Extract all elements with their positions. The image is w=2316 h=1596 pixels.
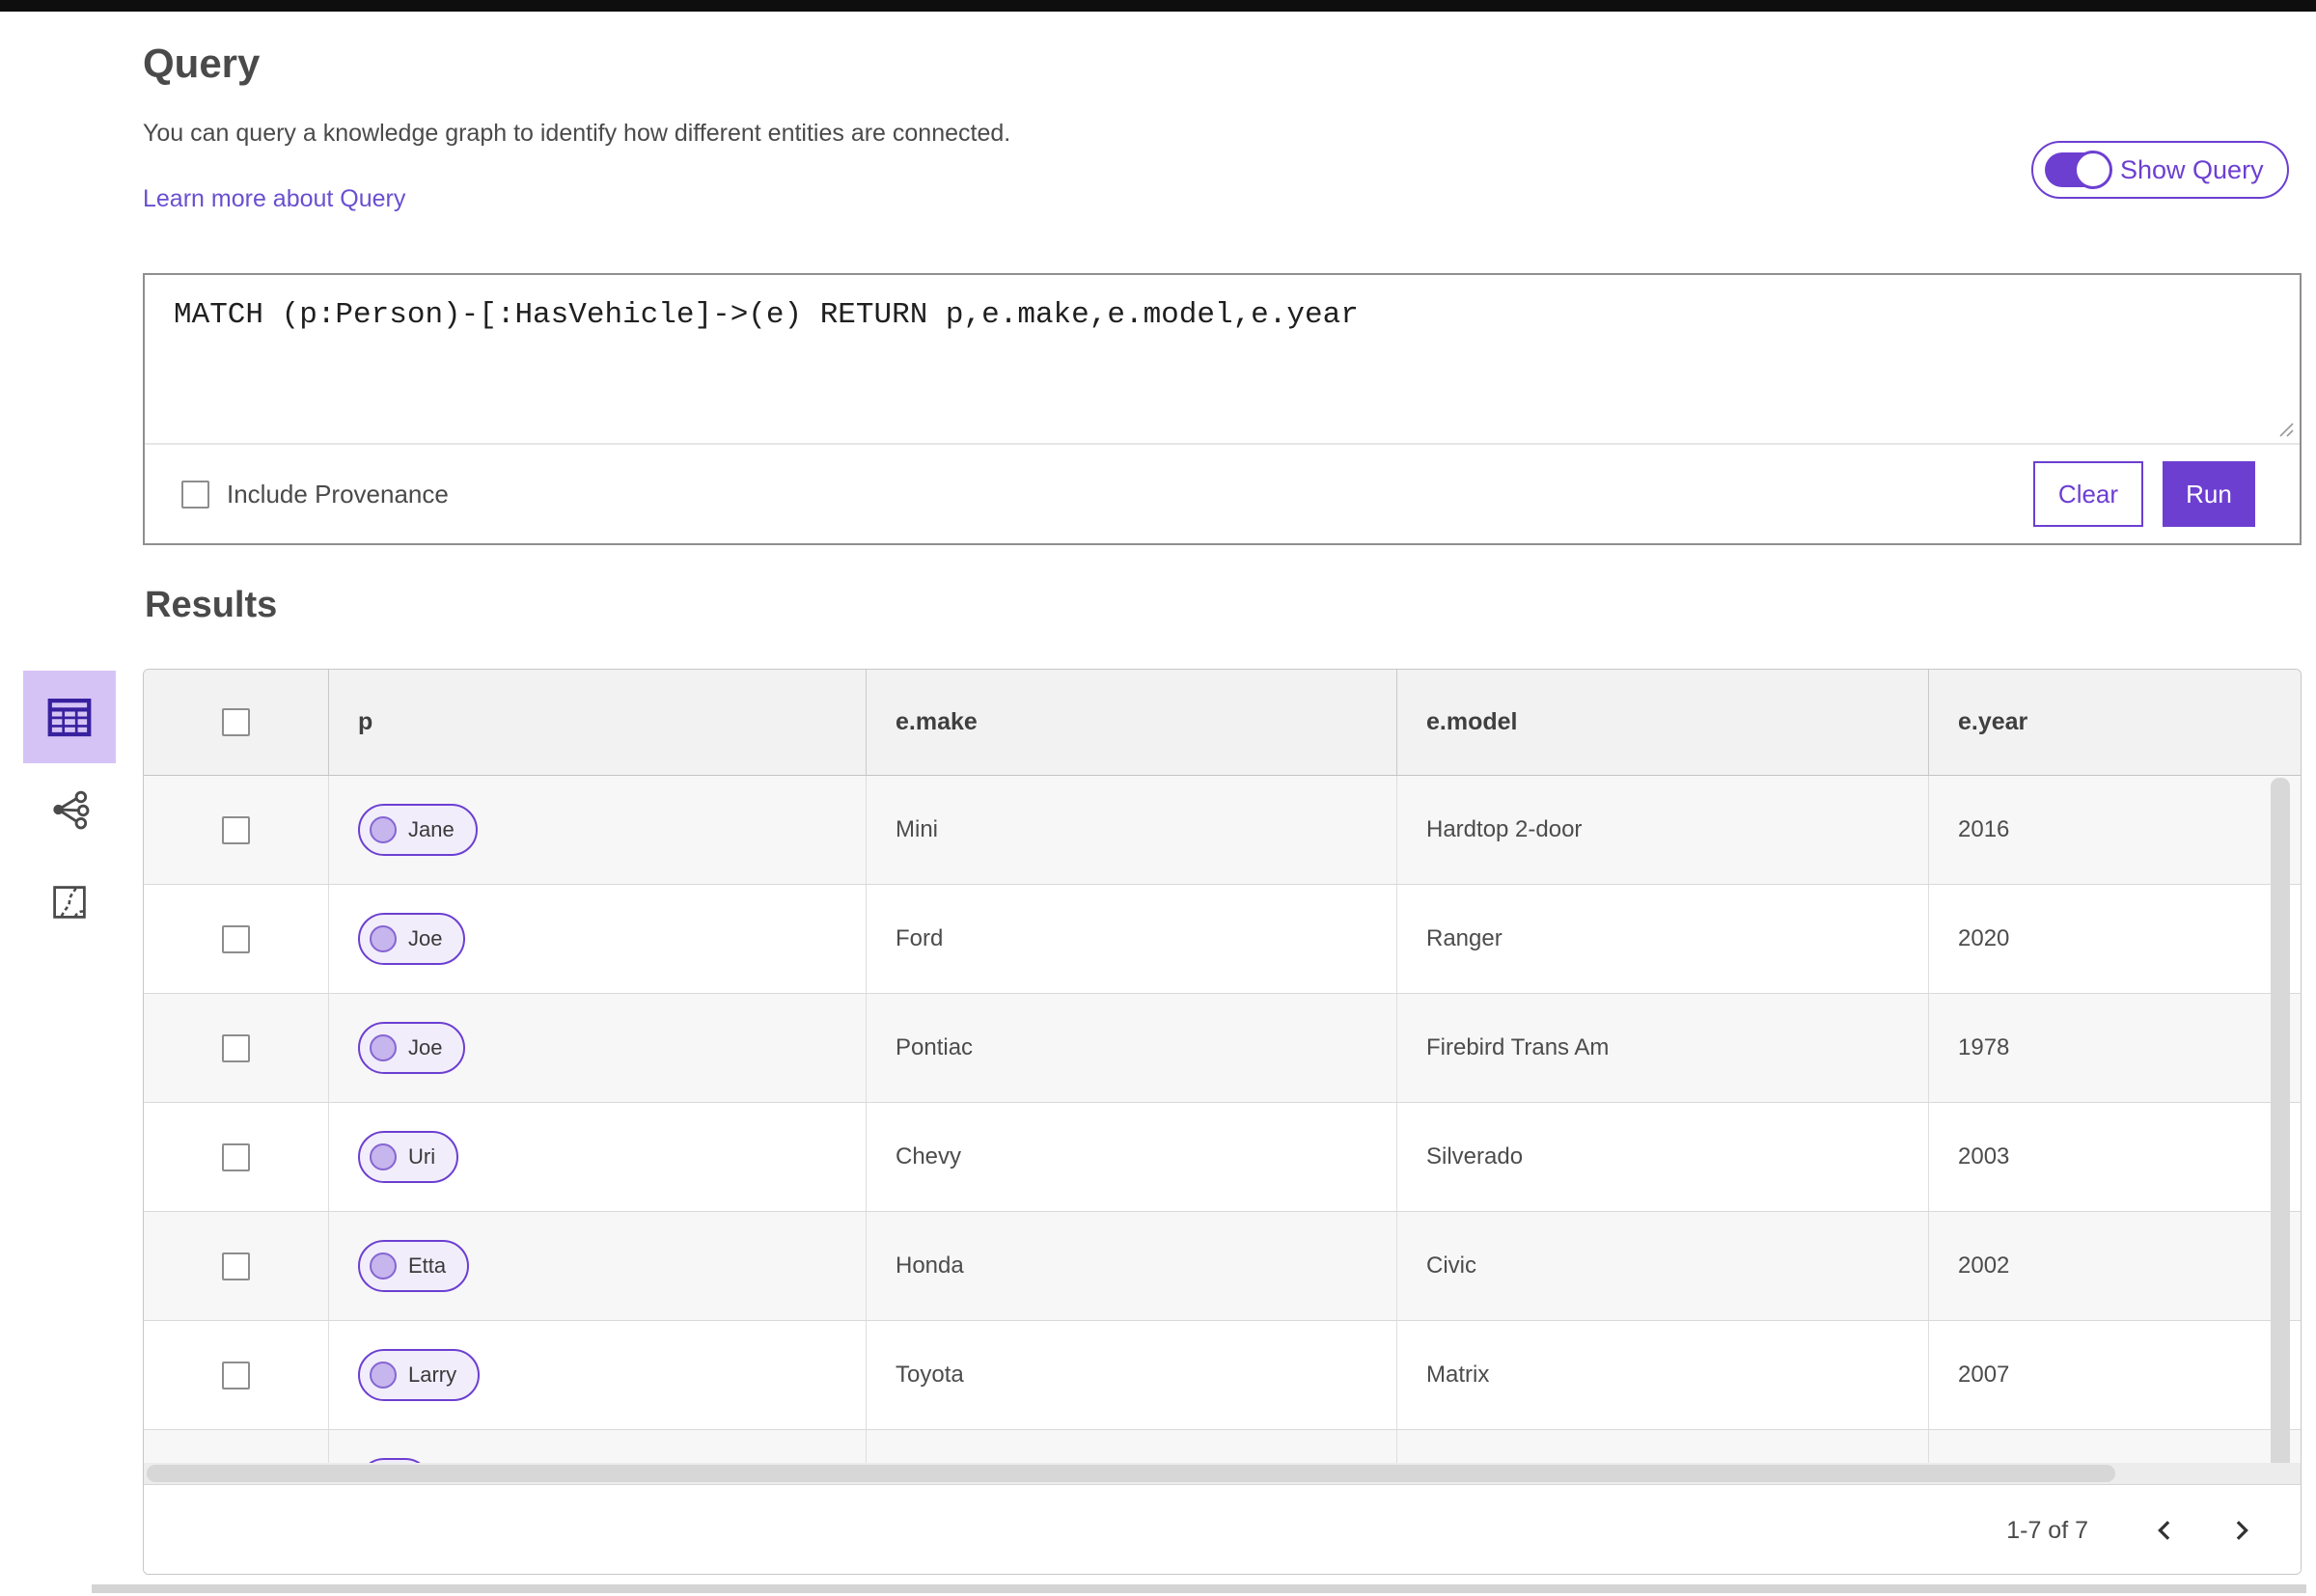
link-chart-icon: [53, 790, 90, 830]
select-all-checkbox[interactable]: [222, 708, 250, 736]
entity-label: Joe: [408, 926, 443, 950]
table-row: Larry Toyota Matrix 2007: [144, 1321, 2301, 1430]
entity-node-icon: [370, 1034, 397, 1061]
cell-year: 2020: [1958, 925, 2010, 951]
toggle-knob: [2074, 151, 2112, 189]
cell-year: 1978: [1958, 1034, 2010, 1060]
row-checkbox[interactable]: [222, 1033, 250, 1062]
chevron-right-icon: [2236, 1521, 2248, 1540]
entity-pill[interactable]: Uri: [358, 1131, 459, 1183]
clear-button[interactable]: Clear: [2033, 461, 2143, 527]
learn-more-link[interactable]: Learn more about Query: [143, 185, 405, 213]
row-checkbox[interactable]: [222, 1142, 250, 1171]
entity-node-icon: [370, 1362, 397, 1389]
chevron-left-icon: [2158, 1521, 2170, 1540]
entity-pill[interactable]: Etta: [358, 1240, 470, 1292]
entity-label: Joe: [408, 1035, 443, 1059]
entity-pill[interactable]: Joe: [358, 913, 466, 965]
cell-make: Mini: [867, 776, 1397, 884]
cell-model: Ranger: [1397, 885, 1929, 993]
cell-make: Pontiac: [867, 994, 1397, 1102]
results-view-toolbar: [23, 671, 116, 949]
row-checkbox[interactable]: [222, 1252, 250, 1280]
table-view-button[interactable]: [23, 671, 116, 763]
pagination-bar: 1-7 of 7: [144, 1484, 2301, 1574]
show-query-toggle[interactable]: Show Query: [2031, 141, 2289, 199]
entity-node-icon: [370, 816, 397, 843]
horizontal-scrollbar-track[interactable]: [144, 1463, 2301, 1484]
cell-make: Honda: [867, 1212, 1397, 1320]
table-row: Joe Ford Ranger 2020: [144, 885, 2301, 994]
cell-make: Chevy: [867, 1103, 1397, 1211]
row-checkbox[interactable]: [222, 924, 250, 953]
cell-year: 2003: [1958, 1143, 2010, 1169]
cell-model: Silverado: [1397, 1103, 1929, 1211]
query-panel-footer: Include Provenance Clear Run: [145, 443, 2300, 543]
results-table-card: p e.make e.model e.year Jane Mini Hardto…: [143, 669, 2302, 1575]
row-checkbox[interactable]: [222, 1361, 250, 1390]
entity-node-icon: [370, 1252, 397, 1280]
show-query-label: Show Query: [2120, 154, 2264, 184]
horizontal-scrollbar-thumb[interactable]: [147, 1465, 2115, 1482]
column-header-model[interactable]: e.model: [1397, 670, 1929, 775]
cell-year: 2007: [1958, 1362, 2010, 1388]
cell-model: Firebird Trans Am: [1397, 994, 1929, 1102]
table-icon: [47, 698, 92, 737]
results-title: Results: [145, 585, 278, 625]
vertical-scrollbar[interactable]: [2271, 778, 2290, 1482]
card-bottom-shadow: [92, 1584, 2306, 1593]
run-button[interactable]: Run: [2163, 461, 2255, 527]
column-header-year[interactable]: e.year: [1929, 670, 2301, 775]
cell-make: Toyota: [867, 1321, 1397, 1429]
cell-year: 2016: [1958, 816, 2010, 842]
page-title: Query: [143, 41, 261, 86]
next-page-button[interactable]: [2220, 1509, 2262, 1552]
table-row: Jane Mini Hardtop 2-door 2016: [144, 776, 2301, 885]
pagination-range-label: 1-7 of 7: [2006, 1516, 2088, 1544]
entity-label: Etta: [408, 1253, 447, 1278]
resize-handle-icon[interactable]: [2274, 417, 2295, 443]
cell-make: Ford: [867, 885, 1397, 993]
table-body: Jane Mini Hardtop 2-door 2016 Joe Ford R…: [144, 776, 2301, 1484]
table-row: Etta Honda Civic 2002: [144, 1212, 2301, 1321]
cell-year: 2002: [1958, 1252, 2010, 1279]
cell-model: Hardtop 2-door: [1397, 776, 1929, 884]
cell-model: Civic: [1397, 1212, 1929, 1320]
table-row: Uri Chevy Silverado 2003: [144, 1103, 2301, 1212]
map-icon: [53, 886, 86, 919]
toggle-switch-icon[interactable]: [2045, 151, 2112, 189]
entity-label: Uri: [408, 1144, 436, 1169]
entity-pill[interactable]: Larry: [358, 1349, 481, 1401]
query-description: You can query a knowledge graph to ident…: [143, 120, 1011, 147]
entity-node-icon: [370, 925, 397, 952]
row-checkbox[interactable]: [222, 815, 250, 844]
query-editor-panel: MATCH (p:Person)-[:HasVehicle]->(e) RETU…: [143, 273, 2302, 545]
map-view-button[interactable]: [23, 856, 116, 949]
query-input[interactable]: MATCH (p:Person)-[:HasVehicle]->(e) RETU…: [145, 275, 2300, 443]
link-chart-view-button[interactable]: [23, 763, 116, 856]
cell-model: Matrix: [1397, 1321, 1929, 1429]
entity-node-icon: [370, 1143, 397, 1170]
include-provenance-label: Include Provenance: [227, 479, 449, 509]
table-row: Joe Pontiac Firebird Trans Am 1978: [144, 994, 2301, 1103]
previous-page-button[interactable]: [2144, 1509, 2187, 1552]
include-provenance-checkbox[interactable]: [181, 480, 209, 509]
column-header-make[interactable]: e.make: [867, 670, 1397, 775]
window-top-edge: [0, 0, 2316, 12]
entity-pill[interactable]: Jane: [358, 804, 478, 856]
entity-label: Larry: [408, 1362, 457, 1387]
entity-label: Jane: [408, 817, 455, 841]
table-header-row: p e.make e.model e.year: [144, 670, 2301, 776]
column-header-p[interactable]: p: [329, 670, 867, 775]
entity-pill[interactable]: Joe: [358, 1022, 466, 1074]
